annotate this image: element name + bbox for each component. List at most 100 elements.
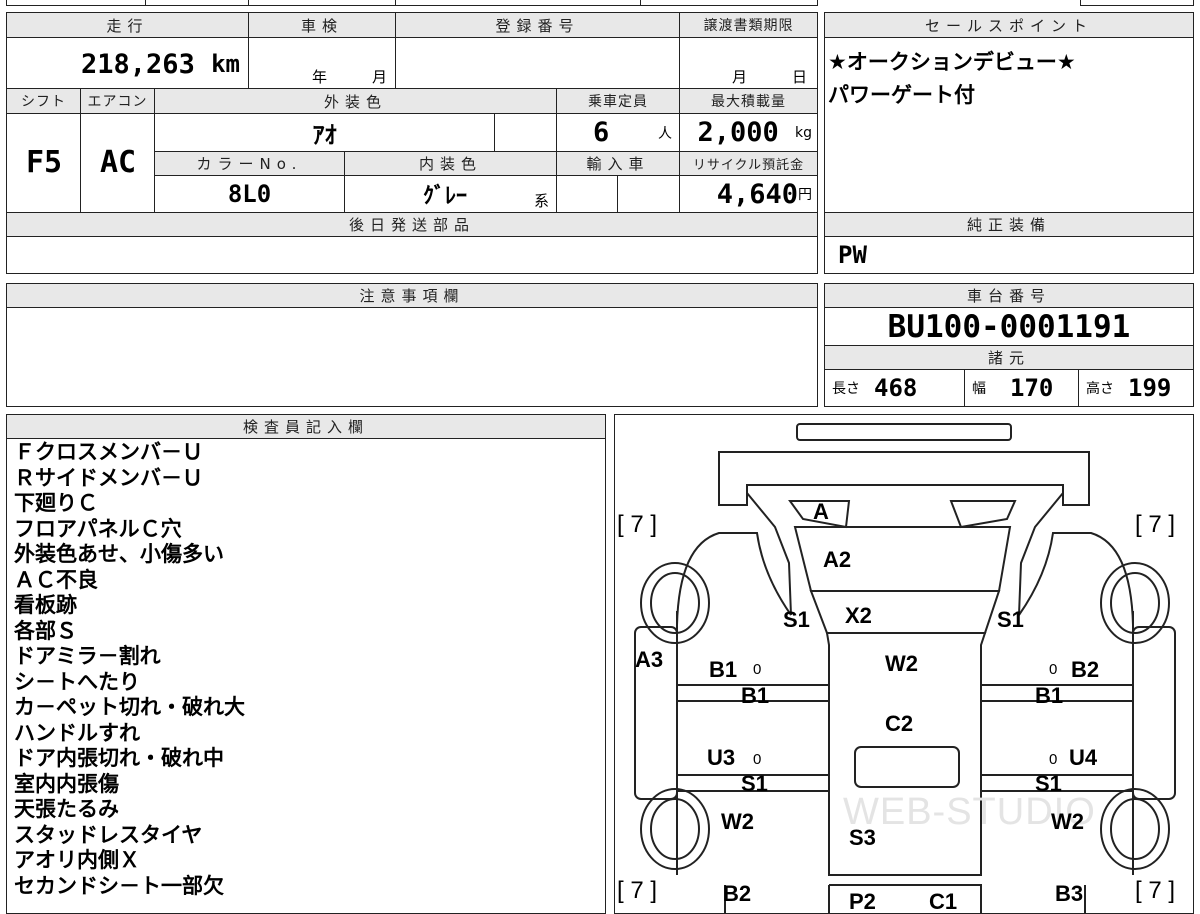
col-divider — [395, 13, 396, 88]
tire-label-rear-left: [ 7 ] — [617, 877, 658, 904]
max-load-header: 最大積載量 — [680, 89, 817, 113]
row-divider — [7, 236, 817, 237]
top-stub-right — [1080, 0, 1194, 6]
vehicle-diagram-box: WEB-STUDIO [ 7 ] [ 7 ] [ 7 ] [ 7 ] A A2 … — [614, 414, 1194, 914]
zero-mark: 0 — [1049, 661, 1058, 678]
shift-header: シフト — [7, 89, 80, 113]
inspector-note: カ－ペット切れ・破れ大 — [14, 695, 245, 719]
damage-mark: U4 — [1069, 745, 1098, 770]
spec-length: 長さ 468 — [832, 370, 917, 406]
col-divider — [964, 370, 965, 406]
inspector-note: 天張たるみ — [14, 797, 119, 821]
row-divider — [825, 236, 1193, 237]
inspector-note: 下廻りＣ — [14, 491, 98, 515]
shift-value: F5 — [25, 145, 63, 180]
sales-point-line: ★オークションデビュー★ — [828, 50, 1076, 74]
damage-mark: S1 — [783, 607, 810, 632]
damage-mark: B3 — [1055, 881, 1084, 906]
col-divider — [617, 176, 618, 212]
spec-width-value: 170 — [1010, 374, 1054, 402]
spec-length-value: 468 — [874, 374, 918, 402]
top-stub-divider — [145, 0, 146, 6]
interior-color-header: 内装色 — [345, 152, 556, 175]
spec-height: 高さ 199 — [1086, 370, 1171, 406]
inspector-note: Ｆクロスメンバ－Ｕ — [14, 440, 203, 464]
top-stub-divider — [640, 0, 641, 6]
damage-mark: W2 — [1051, 809, 1084, 834]
mileage-header: 走行 — [7, 13, 248, 37]
damage-mark: W2 — [885, 651, 918, 676]
inspector-note: 各部Ｓ — [14, 618, 77, 643]
damage-mark: X2 — [845, 603, 872, 628]
row-divider — [7, 37, 817, 38]
recycle-header: リサイクル預託金 — [680, 152, 817, 175]
deadline-day-unit: 日 — [792, 69, 808, 86]
aircon-value: AC — [99, 145, 137, 180]
spec-length-label: 長さ — [832, 381, 860, 397]
mileage-value: 218,263 km — [81, 48, 240, 80]
damage-mark: S1 — [997, 607, 1024, 632]
tire-label-front-left: [ 7 ] — [617, 511, 658, 538]
shaken-year-unit: 年 — [312, 69, 328, 86]
damage-mark: A — [813, 499, 829, 524]
spec-height-label: 高さ — [1086, 381, 1114, 397]
exterior-color-value: ｱｵ — [312, 121, 337, 149]
row-divider — [7, 438, 605, 439]
import-car-header: 輸入車 — [557, 152, 679, 175]
recycle-unit: 円 — [798, 187, 812, 203]
col-divider — [679, 13, 680, 88]
inspector-note: ドアミラ－割れ — [14, 644, 161, 668]
top-stub-strip — [6, 0, 818, 6]
damage-mark: A3 — [635, 647, 664, 672]
max-load-value: 2,000 kg — [697, 117, 812, 148]
recycle-value: 4,640 円 — [716, 178, 812, 210]
inspector-header: 検査員記入欄 — [7, 415, 605, 438]
inspector-note: ドア内張切れ・破れ中 — [14, 746, 224, 770]
exterior-color-header: 外装色 — [155, 89, 556, 113]
interior-color-suffix: 系 — [534, 193, 550, 210]
interior-color-value: ｸﾞﾚｰ — [422, 184, 467, 209]
inspector-note: 室内内張傷 — [14, 771, 119, 796]
top-stub-divider — [395, 0, 396, 6]
inspector-note: スタッドレスタイヤ — [14, 822, 203, 847]
spec-width-label: 幅 — [972, 381, 986, 397]
color-no-value: 8L0 — [227, 180, 272, 208]
row-divider — [825, 37, 1193, 38]
shaken-header: 車検 — [249, 13, 395, 37]
inspector-note: Ｒサイドメンバ－Ｕ — [14, 465, 203, 490]
inspector-note: シ－トへたり — [14, 669, 140, 694]
damage-mark: S1 — [1035, 771, 1062, 796]
capacity-header: 乗車定員 — [557, 89, 679, 113]
damage-mark: S1 — [741, 771, 768, 796]
shaken-month-unit: 月 — [372, 69, 388, 86]
damage-mark: U3 — [707, 745, 736, 770]
col-divider — [1078, 370, 1079, 406]
damage-mark: W2 — [721, 809, 754, 834]
damage-mark: A2 — [823, 547, 852, 572]
registration-header: 登録番号 — [396, 13, 679, 37]
specs-header: 諸元 — [825, 346, 1193, 369]
tire-label-rear-right: [ 7 ] — [1135, 877, 1176, 904]
chassis-number: BU100-0001191 — [887, 308, 1131, 345]
inspector-note: フロアパネルＣ穴 — [14, 516, 182, 541]
spec-height-value: 199 — [1128, 374, 1172, 402]
later-parts-header: 後日発送部品 — [7, 213, 817, 236]
mileage-unit: km — [211, 50, 240, 78]
damage-mark: B2 — [723, 881, 752, 906]
damage-mark: P2 — [849, 889, 876, 914]
inspector-note: 看板跡 — [14, 593, 77, 617]
inspector-note: ハンドルすれ — [14, 720, 140, 745]
max-load-unit: kg — [795, 124, 812, 141]
aircon-header: エアコン — [81, 89, 154, 113]
spec-width: 幅 170 — [972, 370, 1053, 406]
damage-mark: B1 — [1035, 683, 1064, 708]
genuine-equipment-value: PW — [838, 241, 867, 269]
chassis-header: 車台番号 — [825, 284, 1193, 307]
sales-points-header: セールスポイント — [825, 13, 1193, 37]
notes-header: 注意事項欄 — [7, 284, 817, 307]
damage-mark: C2 — [885, 711, 914, 736]
inspector-note: 外装色あせ、小傷多い — [14, 542, 224, 566]
inspector-notes-list: Ｆクロスメンバ－Ｕ Ｒサイドメンバ－Ｕ 下廻りＣ フロアパネルＣ穴 外装色あせ、… — [14, 440, 245, 899]
inspector-note: ＡＣ不良 — [14, 567, 98, 592]
deadline-month-unit: 月 — [732, 69, 748, 86]
